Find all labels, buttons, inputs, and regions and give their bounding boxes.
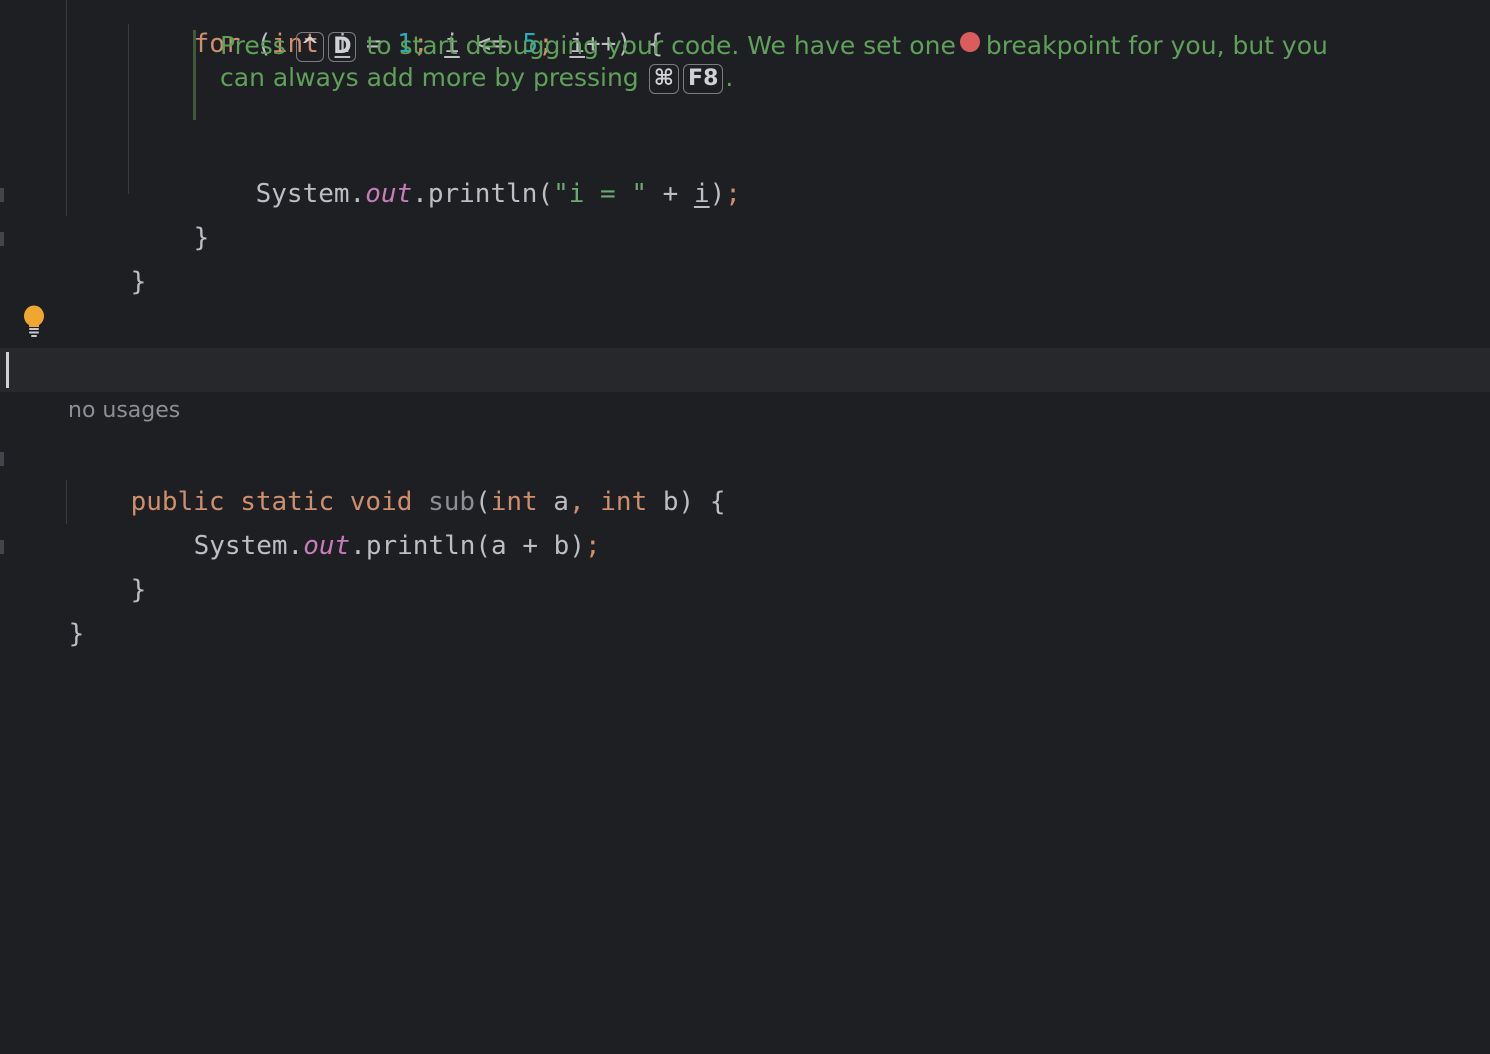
fold-marker[interactable] [0,452,4,466]
tip-text-1: to start debugging your code. We have se… [366,31,956,60]
code-editor[interactable]: for (int i = 1; i <= 5; i++) { Press ^ D … [0,0,1490,1054]
code-line-sub-decl[interactable]: public static void sub(int a, int b) { [68,436,1490,517]
indent-guide [128,24,129,194]
key-cmd: ⌘ [648,64,680,94]
key-d: D [328,32,357,62]
code-line-println-i[interactable]: System.out.println("i = " + i); [193,128,1490,209]
code-line-println-ab[interactable]: System.out.println(a + b); [131,480,1490,561]
usages-inlay-hint[interactable]: no usages [68,398,180,423]
indent-guide [66,0,67,216]
code-line-brace-for[interactable]: } [131,172,1490,253]
tip-period: . [725,63,734,92]
key-ctrl: ^ [295,32,325,62]
code-line-for[interactable]: for (int i = 1; i <= 5; i++) { [131,0,1490,59]
tip-text-3: can always add more by pressing [220,63,639,92]
code-line-brace-class[interactable]: } [6,568,1490,649]
fold-marker[interactable] [0,540,4,554]
breakpoint-dot-icon [959,32,980,52]
fold-marker[interactable] [0,188,4,202]
code-line-brace-main[interactable]: } [68,216,1490,297]
indent-guide [66,480,67,524]
code-line-brace-sub[interactable]: } [68,524,1490,605]
closing-brace: } [130,267,147,297]
debug-tip-comment: Press ^ D to start debugging your code. W… [193,30,1343,120]
current-line-highlight [0,348,1490,392]
fold-marker[interactable] [0,232,4,246]
tip-press: Press [220,31,286,60]
tip-text-2: breakpoint for you, but you [985,31,1328,60]
debug-tip-line-2: can always add more by pressing ⌘ F8. [220,62,1343,94]
closing-brace: } [68,619,85,649]
key-f8: F8 [683,64,724,94]
lightbulb-icon[interactable] [22,305,46,337]
text-caret [6,352,9,388]
debug-tip-line-1: Press ^ D to start debugging your code. W… [220,30,1343,62]
